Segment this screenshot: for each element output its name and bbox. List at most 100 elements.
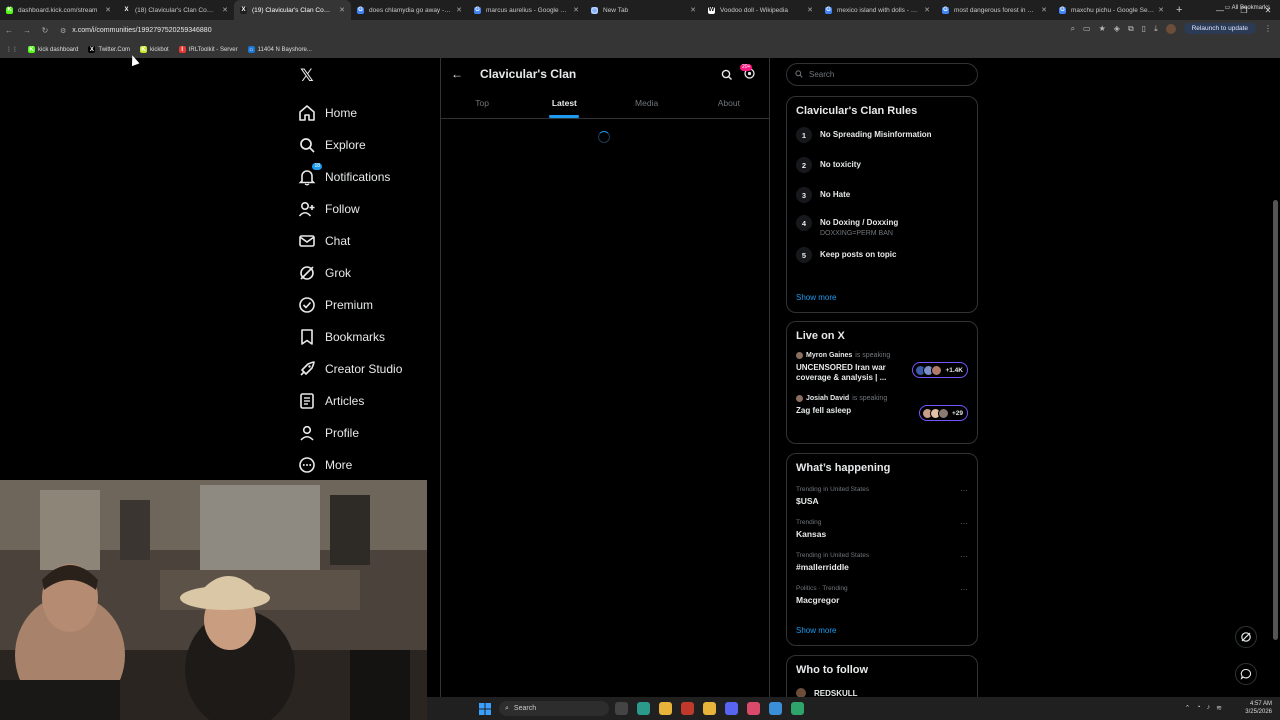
bookmark-item[interactable]: Kkickbot [140, 46, 169, 53]
rule-item[interactable]: 4 No Doxing / Doxxing DOXXING=PERM BAN [787, 215, 977, 237]
browser-tab[interactable]: Gmost dangerous forest in am... ✕ [936, 0, 1053, 20]
bookmark-item[interactable]: Kkick dashboard [28, 46, 78, 53]
nav-item-home[interactable]: Home [298, 97, 402, 129]
chrome-icon[interactable] [703, 702, 716, 715]
profile-avatar[interactable] [1165, 23, 1176, 34]
search-input[interactable]: Search [786, 63, 978, 86]
nav-item-more[interactable]: More [298, 449, 402, 481]
browser-tab[interactable]: Gmarcus aurelius - Google Sear... ✕ [468, 0, 585, 20]
notepad-icon[interactable] [769, 702, 782, 715]
all-bookmarks[interactable]: ▭ All Bookmarks [1225, 4, 1270, 11]
puzzle-icon[interactable]: ⧉ [1128, 24, 1134, 34]
trends-show-more[interactable]: Show more [787, 626, 845, 635]
cast-icon[interactable]: ▭ [1083, 24, 1091, 33]
tab-close-icon[interactable]: ✕ [1158, 6, 1164, 14]
edge-icon[interactable] [637, 702, 650, 715]
taskview-icon[interactable] [615, 702, 628, 715]
messages-fab[interactable] [1235, 663, 1257, 685]
tab-close-icon[interactable]: ✕ [222, 6, 228, 14]
explorer-icon[interactable] [659, 702, 672, 715]
community-settings[interactable]: 20+ [740, 64, 756, 85]
rules-show-more[interactable]: Show more [787, 293, 845, 302]
page-scrollbar[interactable] [1272, 60, 1278, 696]
nav-item-chat[interactable]: Chat [298, 225, 402, 257]
start-icon[interactable] [479, 702, 491, 720]
listeners-pill[interactable]: +1.4K [912, 362, 968, 378]
url-field[interactable]: ⚙ x.com/i/communities/199279752025934688… [60, 23, 1040, 38]
listeners-pill[interactable]: +29 [918, 405, 968, 421]
tab-about[interactable]: About [688, 91, 770, 118]
tab-close-icon[interactable]: ✕ [573, 6, 579, 14]
nav-item-explore[interactable]: Explore [298, 129, 402, 161]
trend-item[interactable]: Trending in United States #mallerriddle ··… [787, 552, 977, 572]
bookmark-item[interactable]: ⌂ 11404 N Bayshore... [247, 46, 312, 53]
trend-item[interactable]: Trending in United States $USA ··· [787, 486, 977, 506]
browser-icon[interactable] [791, 702, 804, 715]
extension-icon[interactable]: ◈ [1114, 24, 1120, 33]
tab-latest[interactable]: Latest [523, 91, 605, 118]
browser-tab[interactable]: Gdoes chlamydia go away - Go... ✕ [351, 0, 468, 20]
download-icon[interactable]: ⤓ [1154, 24, 1158, 34]
relaunch-button[interactable]: Relaunch to update [1183, 23, 1256, 34]
app-icon[interactable] [681, 702, 694, 715]
x-logo[interactable]: 𝕏 [300, 66, 314, 86]
tab-close-icon[interactable]: ✕ [1041, 6, 1047, 14]
new-tab-icon[interactable]: + [1170, 4, 1188, 16]
more-options-icon[interactable]: ··· [960, 486, 968, 495]
rule-item[interactable]: 5 Keep posts on topic [787, 247, 977, 263]
trend-item[interactable]: Trending Kansas ··· [787, 519, 977, 539]
clock[interactable]: 4:57 AM 3/25/2026 [1245, 700, 1272, 716]
more-options-icon[interactable]: ··· [960, 552, 968, 561]
browser-tab[interactable]: Gmaxchu pichu - Google Search ✕ [1053, 0, 1170, 20]
taskbar-search[interactable]: ⌕ Search [499, 701, 609, 716]
grok-fab[interactable] [1235, 626, 1257, 648]
nav-item-bookmarks[interactable]: Bookmarks [298, 321, 402, 353]
tab-close-icon[interactable]: ✕ [807, 6, 813, 14]
tab-close-icon[interactable]: ✕ [456, 6, 462, 14]
chevron-up-icon[interactable]: ⌃ [1185, 704, 1191, 712]
star-icon[interactable]: ★ [1099, 24, 1106, 33]
scroll-thumb[interactable] [1273, 200, 1278, 640]
back-arrow-icon[interactable]: ← [451, 67, 463, 81]
nav-item-follow[interactable]: Follow [298, 193, 402, 225]
nav-item-grok[interactable]: Grok [298, 257, 402, 289]
nav-item-creator-studio[interactable]: Creator Studio [298, 353, 402, 385]
tab-close-icon[interactable]: ✕ [690, 6, 696, 14]
live-space[interactable]: Josiah David is speaking Zag fell asleep +2… [787, 395, 977, 421]
tab-media[interactable]: Media [606, 91, 688, 118]
zoom-icon[interactable]: ⌕ [1071, 24, 1075, 34]
discord-icon[interactable] [725, 702, 738, 715]
browser-tab[interactable]: Gmexico island with dolls - Go... ✕ [819, 0, 936, 20]
rule-item[interactable]: 1 No Spreading Misinformation [787, 127, 977, 143]
nav-item-premium[interactable]: Premium [298, 289, 402, 321]
tab-close-icon[interactable]: ✕ [339, 6, 345, 14]
apps-icon[interactable]: ⋮⋮ [6, 46, 18, 53]
more-options-icon[interactable]: ··· [960, 585, 968, 594]
site-info-icon[interactable]: ⚙ [60, 27, 66, 35]
rule-item[interactable]: 3 No Hate [787, 187, 977, 203]
browser-tab[interactable]: X (19) Clavicular's Clan Commu... ✕ [234, 0, 351, 20]
nav-item-articles[interactable]: Articles [298, 385, 402, 417]
live-space[interactable]: Myron Gaines is speaking UNCENSORED Iran w… [787, 352, 977, 383]
more-options-icon[interactable]: ··· [960, 519, 968, 528]
nav-item-profile[interactable]: Profile [298, 417, 402, 449]
browser-tab[interactable]: ◯ New Tab ✕ [585, 0, 702, 20]
volume-icon[interactable]: ♪ [1207, 704, 1211, 712]
sidepanel-icon[interactable]: ▯ [1142, 24, 1146, 33]
tab-top[interactable]: Top [441, 91, 523, 118]
community-search-icon[interactable] [721, 68, 733, 86]
browser-tab[interactable]: W Voodoo doll - Wikipedia ✕ [702, 0, 819, 20]
tab-close-icon[interactable]: ✕ [105, 6, 111, 14]
wifi-icon[interactable]: ≋ [1216, 704, 1222, 712]
nav-item-notifications[interactable]: 18 Notifications [298, 161, 402, 193]
forward-icon[interactable]: → [18, 26, 36, 35]
trend-item[interactable]: Politics · Trending Macgregor ··· [787, 585, 977, 605]
browser-tab[interactable]: Kdashboard.kick.com/stream ✕ [0, 0, 117, 20]
bookmark-item[interactable]: X Twitter.Com [88, 46, 130, 53]
rule-item[interactable]: 2 No toxicity [787, 157, 977, 173]
back-icon[interactable]: ← [0, 26, 18, 35]
obs-icon[interactable] [747, 702, 760, 715]
tab-close-icon[interactable]: ✕ [924, 6, 930, 14]
bookmark-item[interactable]: I IRLToolkit - Server [178, 46, 238, 53]
menu-icon[interactable]: ⋮ [1264, 24, 1272, 33]
